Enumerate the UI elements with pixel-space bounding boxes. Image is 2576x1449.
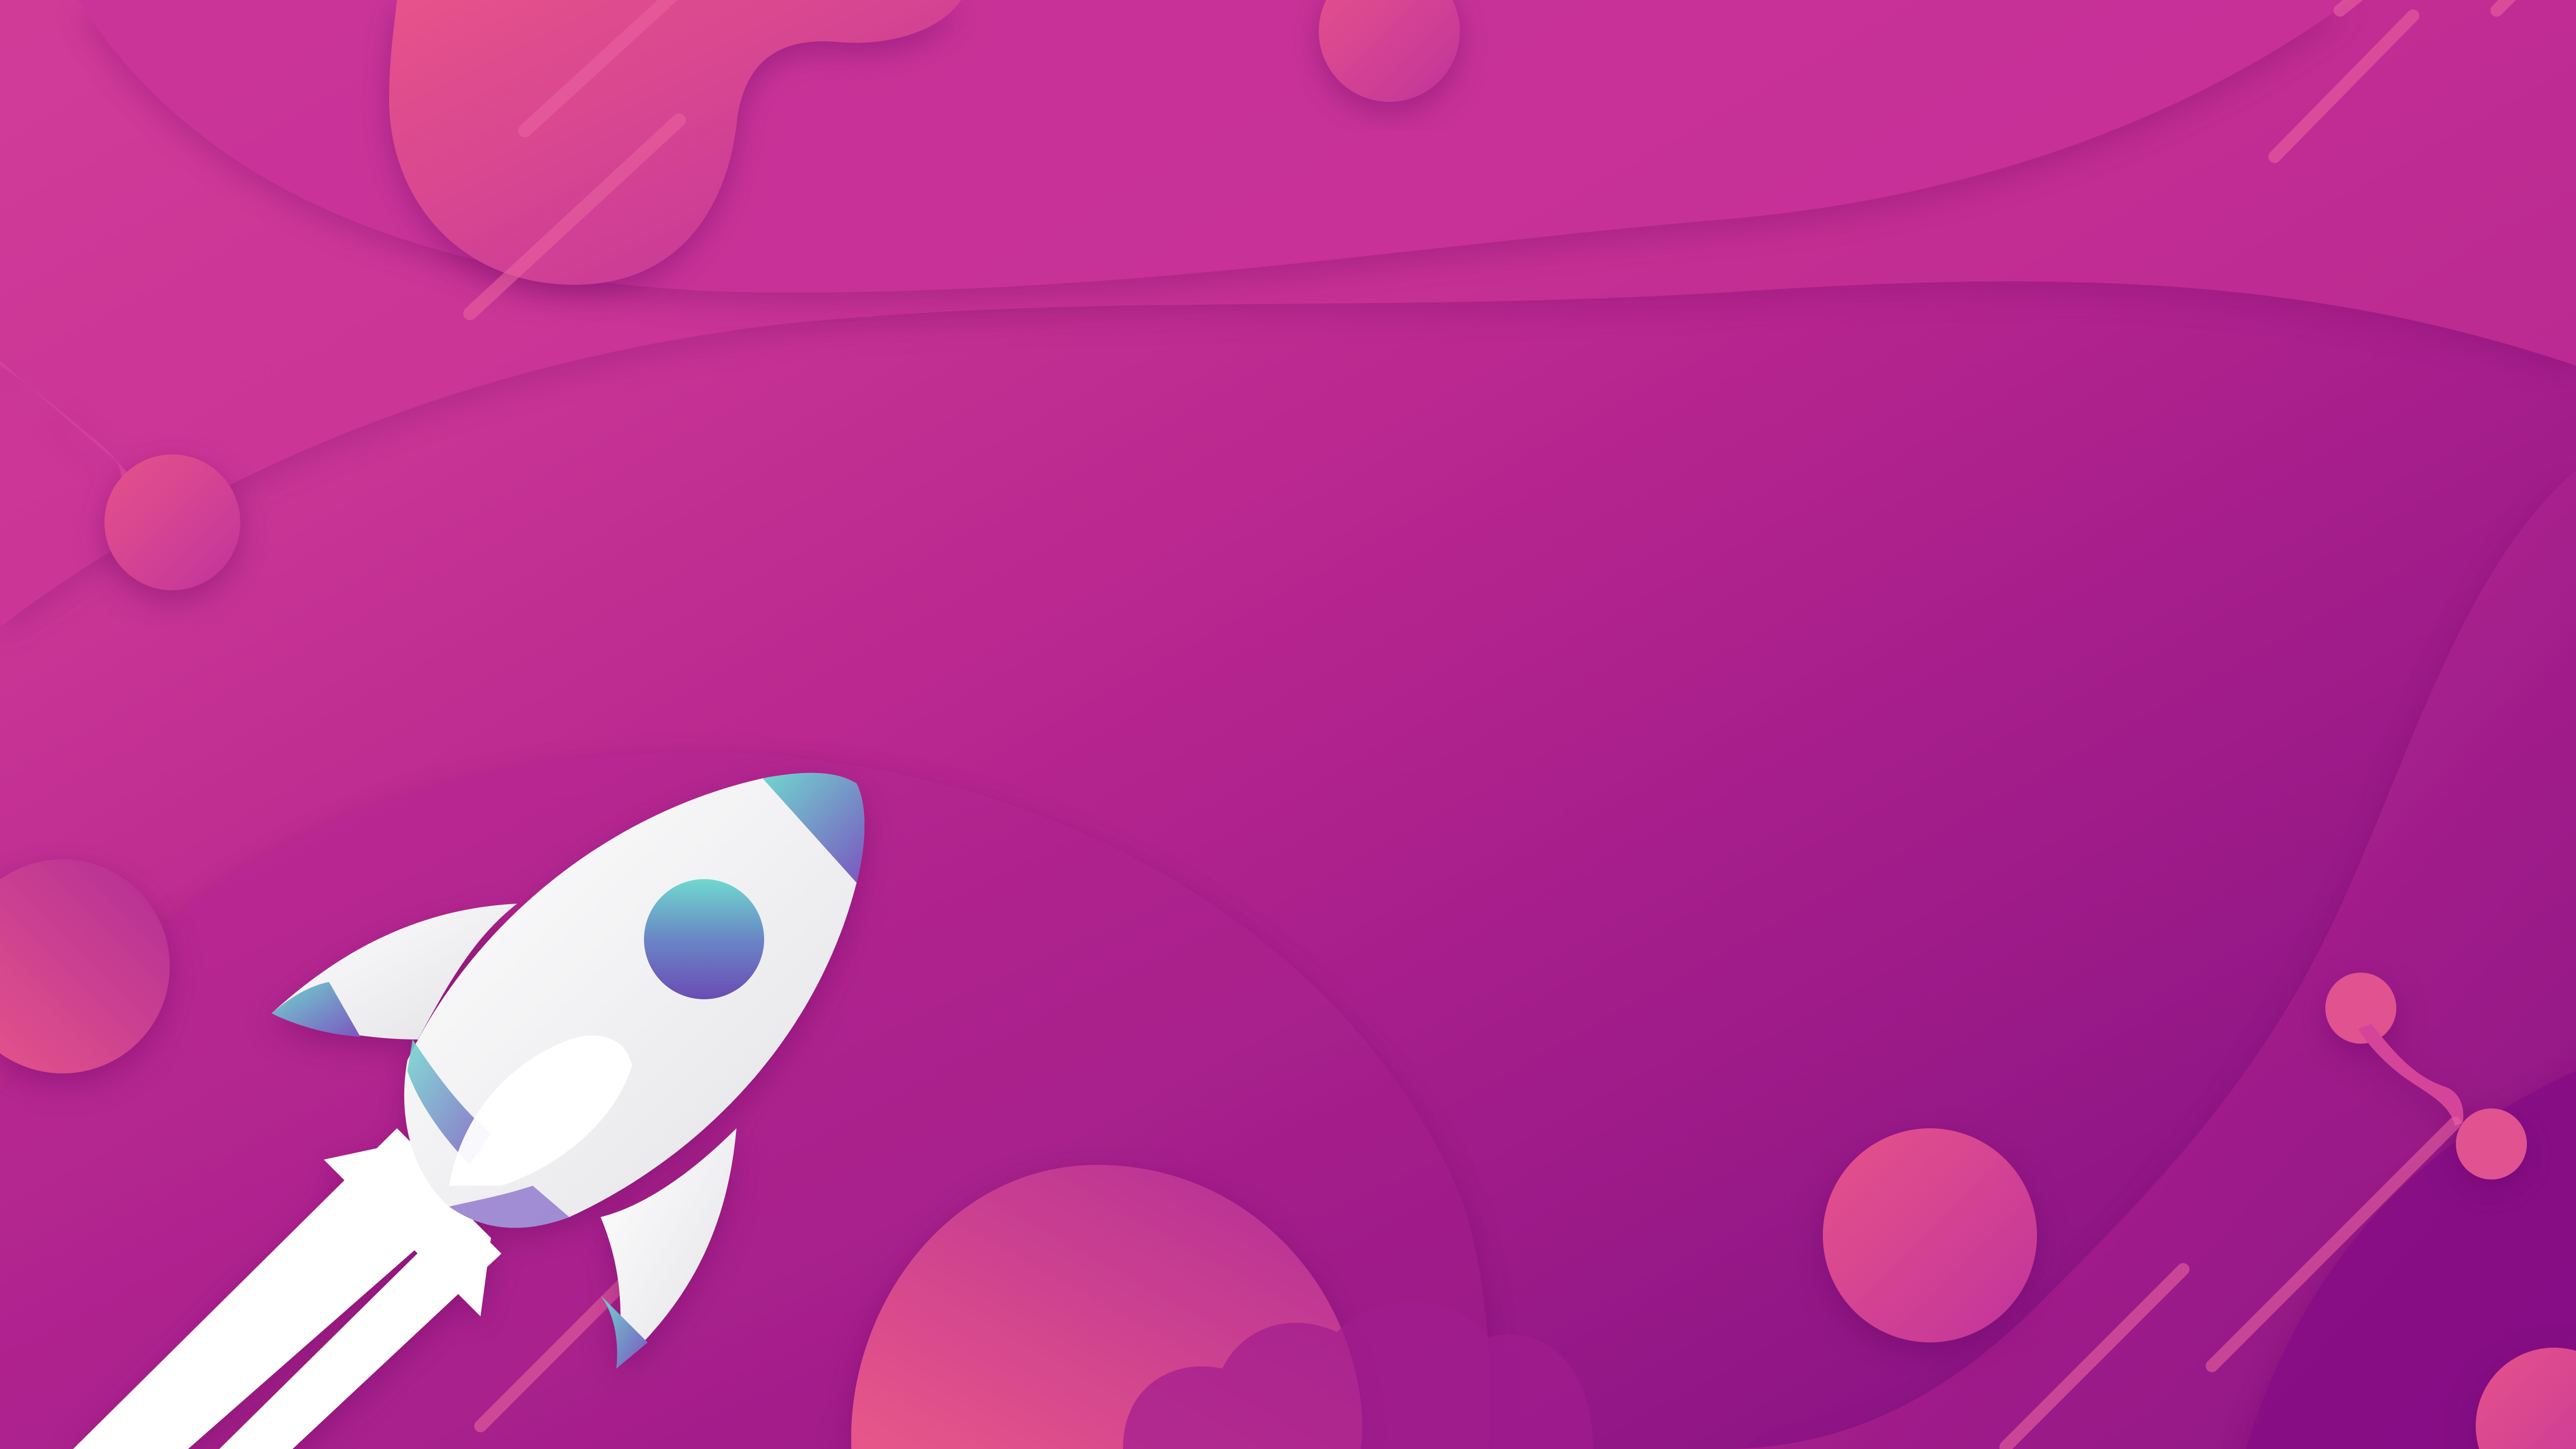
rocket-window: [644, 879, 764, 999]
planet-icon: [1823, 1128, 2037, 1342]
space-background-scene: [0, 0, 2576, 1449]
